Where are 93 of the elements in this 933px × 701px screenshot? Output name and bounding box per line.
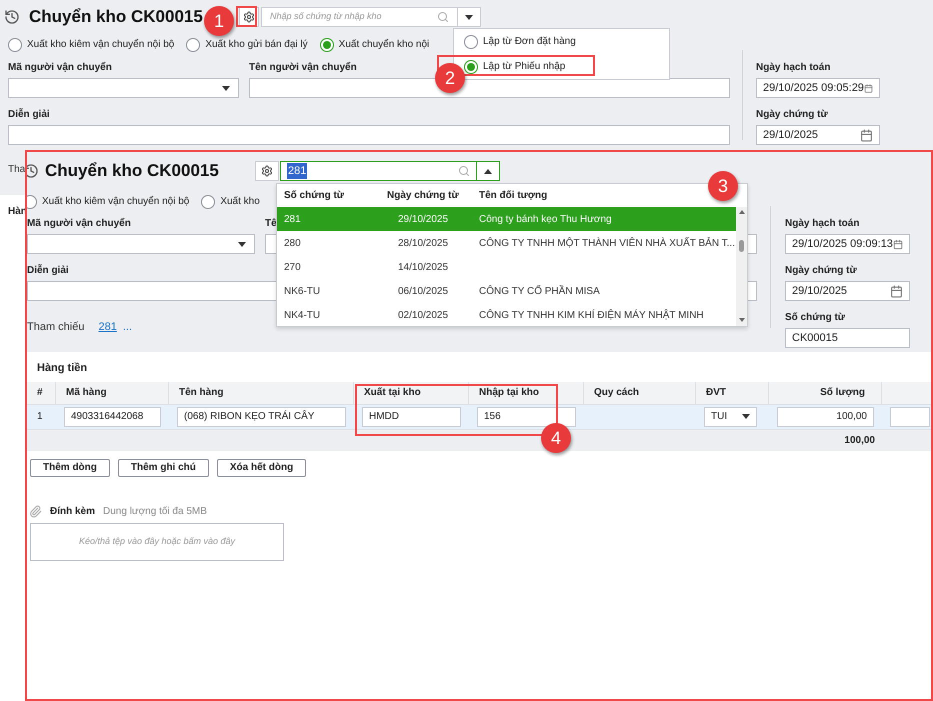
search-field[interactable]: 281 xyxy=(280,161,477,181)
calendar-icon[interactable] xyxy=(860,128,873,142)
list-cell-text: CÔNG TY CỔ PHẦN MISA xyxy=(479,284,601,298)
action-button[interactable]: Thêm dòng xyxy=(30,458,110,476)
field-label: Ngày hạch toán xyxy=(756,61,830,75)
date-field[interactable]: 29/10/2025 09:05:29 xyxy=(756,78,880,98)
field-label: Ngày hạch toán xyxy=(785,217,860,231)
cell-field[interactable]: 4903316442068 xyxy=(64,406,161,426)
gear-icon xyxy=(261,165,273,177)
dropdown-row[interactable]: 270 14/10/2025 xyxy=(277,255,736,279)
list-cell-text: 280 xyxy=(283,236,302,250)
dropdown-row[interactable]: NK4-TU 02/10/2025 CÔNG TY TNHH KIM KHÍ ĐIỆN MÁY NHẬT MINH xyxy=(277,303,736,327)
cell-field[interactable]: (068) RIBON KẸO TRÁI CÂY xyxy=(177,406,346,426)
column-header: Mã hàng xyxy=(56,382,169,404)
carrier-code-field[interactable] xyxy=(8,78,239,98)
history-icon[interactable] xyxy=(27,163,39,179)
list-cell-text: 02/10/2025 xyxy=(397,308,450,322)
search-icon xyxy=(458,165,470,177)
radio-option[interactable]: Xuất kho gửi bán đại lý xyxy=(186,37,308,52)
date-field[interactable]: 29/10/2025 xyxy=(785,281,910,301)
highlight-overlay xyxy=(236,6,257,27)
list-cell-text: Công ty bánh kẹo Thu Hương xyxy=(479,212,613,226)
list-cell-text: CÔNG TY TNHH KIM KHÍ ĐIỆN MÁY NHẬT MINH xyxy=(479,308,705,322)
scrollbar[interactable] xyxy=(736,207,747,326)
list-cell-text: 06/10/2025 xyxy=(397,284,450,298)
column-header: Nhập tại kho xyxy=(469,382,584,404)
field-label: Mã người vận chuyển xyxy=(8,60,112,75)
step-number: 3 xyxy=(708,171,738,201)
search-icon xyxy=(437,11,449,23)
page-title: Chuyển kho CK00015 xyxy=(29,6,204,28)
reference-link[interactable]: 281 xyxy=(98,319,117,336)
radio-option[interactable]: Xuất kho kiêm vận chuyển nội bộ xyxy=(8,37,174,52)
field-label: Diễn giải xyxy=(8,107,50,122)
cell-field[interactable]: HMDD xyxy=(362,406,461,426)
date-field[interactable]: 29/10/2025 xyxy=(756,125,880,145)
calendar-icon[interactable] xyxy=(864,82,873,94)
column-header: Xuất tại kho xyxy=(354,382,469,404)
attachment-hint: Dung lượng tối đa 5MB xyxy=(103,504,207,518)
settings-button[interactable] xyxy=(255,161,279,181)
list-cell-text: 29/10/2025 xyxy=(397,212,450,226)
dropdown-button[interactable] xyxy=(458,7,481,27)
unit-select[interactable]: TUI xyxy=(704,406,757,426)
date-field[interactable]: 29/10/2025 09:09:13 xyxy=(785,234,910,254)
column-header: Số chứng từ xyxy=(283,189,346,203)
history-icon[interactable] xyxy=(4,9,20,25)
radio-option[interactable]: Xuất kho xyxy=(201,194,260,209)
list-cell-text: 28/10/2025 xyxy=(397,236,450,250)
table-cell-text: 1 xyxy=(36,410,44,424)
total-value: 100,00 xyxy=(843,434,875,448)
list-cell-text: 270 xyxy=(283,260,302,274)
attachment-label: Đính kèm xyxy=(50,504,96,518)
cell-field[interactable]: 100,00 xyxy=(777,406,874,426)
column-header: Quy cách xyxy=(584,382,696,404)
column-header: Số lượng xyxy=(769,382,882,404)
field-label: Số chứng từ xyxy=(785,311,846,325)
calendar-icon[interactable] xyxy=(892,238,903,250)
field-label: Diễn giải xyxy=(27,263,69,278)
more-link[interactable]: ... xyxy=(122,319,132,336)
gear-icon xyxy=(243,11,255,23)
field-label: Tham chiếu xyxy=(27,320,84,335)
section-title: Hàng tiền xyxy=(37,361,88,376)
paperclip-icon xyxy=(29,504,42,518)
list-cell-text: 281 xyxy=(283,212,302,226)
dropdown-row[interactable]: 280 28/10/2025 CÔNG TY TNHH MỘT THÀNH VIÊN NHÀ XUẤT BẢN T... xyxy=(277,231,736,255)
column-header: ĐVT xyxy=(696,382,769,404)
action-button[interactable]: Xóa hết dòng xyxy=(216,458,306,476)
dropdown-row[interactable]: NK6-TU 06/10/2025 CÔNG TY CỔ PHẦN MISA xyxy=(277,279,736,303)
list-cell-text: NK6-TU xyxy=(283,284,322,298)
calendar-icon[interactable] xyxy=(890,284,903,298)
cell-field[interactable] xyxy=(890,406,930,426)
column-header: # xyxy=(27,382,56,404)
column-header: Tên đối tượng xyxy=(479,189,548,203)
field-label: Tê xyxy=(265,217,277,231)
cell-field[interactable]: 156 xyxy=(477,406,576,426)
column-header: Tên hàng xyxy=(169,382,354,404)
carrier-code-field[interactable] xyxy=(27,234,255,254)
description-field[interactable] xyxy=(8,125,730,145)
field-label: Tên người vận chuyển xyxy=(249,60,357,75)
list-cell-text: 14/10/2025 xyxy=(397,260,450,274)
action-button[interactable]: Thêm ghi chú xyxy=(118,458,209,476)
field-label: Mã người vận chuyển xyxy=(27,216,131,231)
field-label: Tha xyxy=(8,163,26,177)
field-label: Ngày chứng từ xyxy=(785,264,857,278)
radio-option[interactable]: Xuất kho kiêm vận chuyển nội bộ xyxy=(27,194,190,209)
radio-option[interactable]: Xuất chuyển kho nội xyxy=(320,37,430,52)
list-cell-text: NK4-TU xyxy=(283,308,322,322)
list-cell-text: CÔNG TY TNHH MỘT THÀNH VIÊN NHÀ XUẤT BẢN T... xyxy=(479,236,736,250)
column-header: Ngày chứng từ xyxy=(386,189,460,203)
page-title: Chuyển kho CK00015 xyxy=(45,160,220,182)
dropdown-button[interactable] xyxy=(477,161,500,181)
voucher-number-field[interactable]: CK00015 xyxy=(785,328,910,348)
radio-option[interactable]: Lập từ Đơn đặt hàng xyxy=(464,34,669,49)
field-label: Ngày chứng từ xyxy=(756,108,828,122)
